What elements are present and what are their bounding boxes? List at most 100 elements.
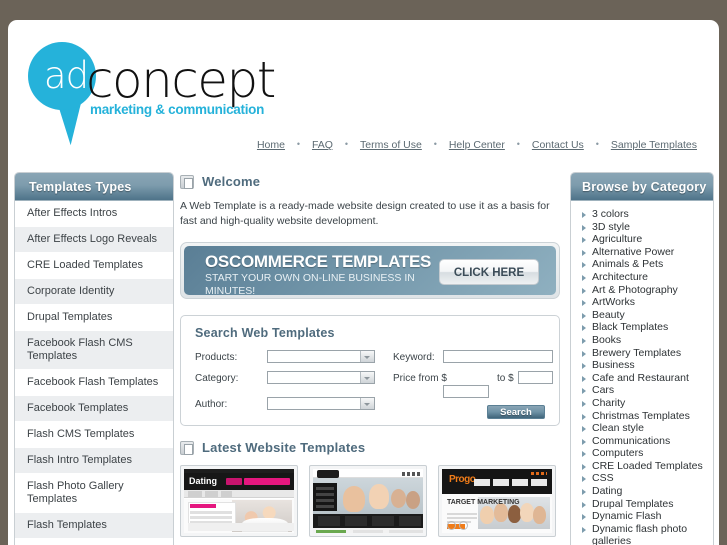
category-item-drupal-templates[interactable]: Drupal Templates — [581, 498, 709, 511]
keyword-label: Keyword: — [393, 352, 435, 363]
nav-link-faq[interactable]: FAQ — [310, 139, 335, 151]
thumb2-text-block — [389, 530, 423, 533]
nav-link-terms-of-use[interactable]: Terms of Use — [358, 139, 424, 151]
category-item-artworks[interactable]: ArtWorks — [581, 296, 709, 309]
nav-link-home[interactable]: Home — [255, 139, 287, 151]
category-select[interactable] — [267, 371, 375, 384]
category-item-animals-pets[interactable]: Animals & Pets — [581, 258, 709, 271]
category-item-clean-style[interactable]: Clean style — [581, 422, 709, 435]
oscommerce-banner[interactable]: OSCOMMERCE TEMPLATES START YOUR OWN ON-L… — [180, 242, 560, 299]
price-from-input[interactable] — [443, 385, 489, 398]
thumbnail-preview — [313, 469, 423, 533]
price-to-input[interactable] — [518, 371, 553, 384]
category-item-charity[interactable]: Charity — [581, 397, 709, 410]
nav-separator: • — [433, 139, 437, 149]
sidebar-item-drupal-templates[interactable]: Drupal Templates — [15, 305, 173, 331]
category-item-beauty[interactable]: Beauty — [581, 309, 709, 322]
category-item-architecture[interactable]: Architecture — [581, 271, 709, 284]
thumb3-caption: TARGET MARKETING — [447, 499, 520, 506]
category-item-agriculture[interactable]: Agriculture — [581, 233, 709, 246]
thumb3-arrow-right-icon — [459, 521, 468, 530]
thumb1-nav-item — [221, 491, 232, 497]
author-select[interactable] — [267, 397, 375, 410]
banner-click-here-button[interactable]: CLICK HERE — [439, 259, 539, 285]
thumb1-line — [190, 516, 232, 519]
latest-title-text: Latest Website Templates — [202, 440, 366, 455]
sidebar-item-after-effects-logo-reveals[interactable]: After Effects Logo Reveals — [15, 227, 173, 253]
category-item-dating[interactable]: Dating — [581, 485, 709, 498]
thumb3-brand: Progo — [449, 474, 476, 485]
thumb2-menu-line — [316, 505, 334, 508]
category-item-business[interactable]: Business — [581, 359, 709, 372]
sidebar-item-facebook-flash-cms-templates[interactable]: Facebook Flash CMS Templates — [15, 331, 173, 370]
price-to-label: to $ — [497, 373, 514, 384]
products-select[interactable] — [267, 350, 375, 363]
thumb2-accent — [316, 530, 346, 533]
template-thumbnail-business[interactable] — [309, 465, 427, 537]
top-navigation: Home • FAQ • Terms of Use • Help Center … — [255, 139, 699, 151]
author-label: Author: — [195, 399, 228, 410]
thumb3-person — [480, 506, 494, 524]
thumb1-card-title — [190, 504, 216, 508]
thumb1-brand: Dating — [189, 476, 217, 486]
category-item-cre-loaded-templates[interactable]: CRE Loaded Templates — [581, 460, 709, 473]
nav-separator: • — [595, 139, 599, 149]
sidebar-item-flash-templates[interactable]: Flash Templates — [15, 513, 173, 539]
site-logo[interactable]: ad concept marketing & communication — [28, 40, 298, 147]
category-item-3d-style[interactable]: 3D style — [581, 221, 709, 234]
sidebar-item-flash-photo-gallery-templates[interactable]: Flash Photo Gallery Templates — [15, 474, 173, 513]
browse-by-category-box: Browse by Category 3 colors 3D style Agr… — [570, 172, 714, 545]
sidebar-item-cre-loaded-templates[interactable]: CRE Loaded Templates — [15, 253, 173, 279]
chevron-down-icon — [364, 356, 370, 359]
category-item-brewery-templates[interactable]: Brewery Templates — [581, 347, 709, 360]
category-item-cafe-and-restaurant[interactable]: Cafe and Restaurant — [581, 372, 709, 385]
category-item-computers[interactable]: Computers — [581, 447, 709, 460]
sidebar-item-after-effects-intros[interactable]: After Effects Intros — [15, 201, 173, 227]
keyword-input[interactable] — [443, 350, 553, 363]
sidebar-item-flash-cms-templates[interactable]: Flash CMS Templates — [15, 422, 173, 448]
category-item-christmas-templates[interactable]: Christmas Templates — [581, 410, 709, 423]
search-submit-button[interactable]: Search — [487, 405, 545, 419]
window-icon — [180, 174, 194, 189]
category-item-books[interactable]: Books — [581, 334, 709, 347]
category-item-dynamic-flash[interactable]: Dynamic Flash — [581, 510, 709, 523]
window-icon — [180, 440, 194, 455]
latest-heading: Latest Website Templates — [180, 440, 560, 455]
thumb3-nav — [474, 479, 548, 486]
thumb1-accent-bar — [226, 478, 242, 485]
search-form: Products: Category: Author: Keyword: Pri… — [193, 349, 553, 421]
thumb2-person — [406, 491, 420, 509]
thumb2-strip-col — [372, 516, 394, 526]
welcome-title-text: Welcome — [202, 174, 261, 189]
nav-separator: • — [296, 139, 301, 149]
sidebar-item-flash-intro-templates[interactable]: Flash Intro Templates — [15, 448, 173, 474]
nav-link-sample-templates[interactable]: Sample Templates — [609, 139, 699, 151]
thumb3-line — [447, 513, 477, 515]
category-item-communications[interactable]: Communications — [581, 435, 709, 448]
category-item-black-templates[interactable]: Black Templates — [581, 321, 709, 334]
thumb2-text-block — [353, 530, 383, 533]
nav-link-help-center[interactable]: Help Center — [447, 139, 507, 151]
nav-link-contact-us[interactable]: Contact Us — [530, 139, 586, 151]
thumb3-person — [520, 503, 534, 522]
sidebar-item-facebook-templates[interactable]: Facebook Templates — [15, 396, 173, 422]
template-thumbnail-progo[interactable]: Progo TARGET MARKETING — [438, 465, 556, 537]
thumb1-accent-block — [244, 478, 290, 485]
category-item-css[interactable]: CSS — [581, 472, 709, 485]
thumb1-nav-item — [205, 491, 218, 497]
category-item-3-colors[interactable]: 3 colors — [581, 208, 709, 221]
templates-types-box: Templates Types After Effects Intros Aft… — [14, 172, 174, 545]
sidebar-item-facebook-flash-templates[interactable]: Facebook Flash Templates — [15, 370, 173, 396]
content-columns: Templates Types After Effects Intros Aft… — [8, 172, 719, 545]
thumb2-strip-col — [345, 516, 367, 526]
thumb1-nav-item — [188, 491, 202, 497]
category-item-alternative-power[interactable]: Alternative Power — [581, 246, 709, 259]
templates-types-title: Templates Types — [15, 173, 173, 201]
category-item-cars[interactable]: Cars — [581, 384, 709, 397]
sidebar-item-hd-graphics-packages[interactable]: HD Graphics Packages — [15, 539, 173, 545]
sidebar-item-corporate-identity[interactable]: Corporate Identity — [15, 279, 173, 305]
category-item-art-photography[interactable]: Art & Photography — [581, 284, 709, 297]
thumb1-line — [190, 511, 232, 514]
category-item-dynamic-flash-photo-galleries[interactable]: Dynamic flash photo galleries — [581, 523, 709, 545]
template-thumbnail-dating[interactable]: Dating — [180, 465, 298, 537]
